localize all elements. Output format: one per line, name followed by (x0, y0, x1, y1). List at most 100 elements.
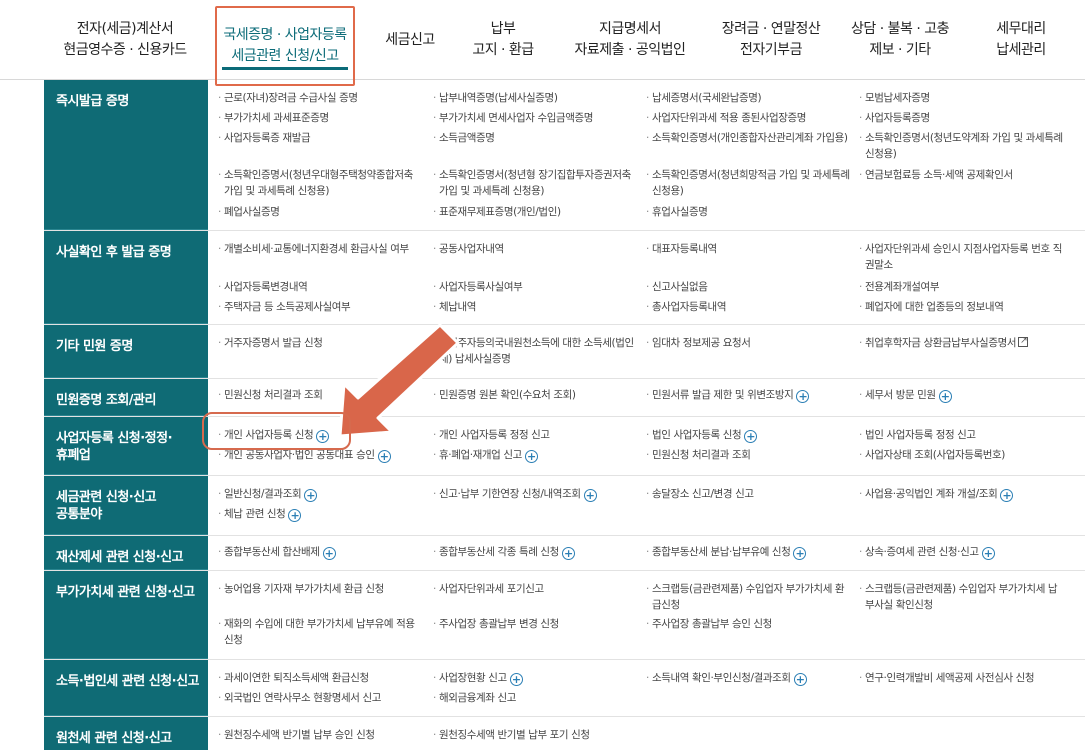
expand-plus-icon[interactable]: + (509, 673, 523, 686)
menu-link[interactable]: · 재화의 수입에 대한 부가가치세 납부유예 적용 신청 (218, 616, 424, 648)
menu-link[interactable]: · 원천징수세액 반기별 납부 승인 신청 (218, 727, 424, 743)
menu-link[interactable]: · 휴업사실증명 (646, 204, 852, 220)
menu-link[interactable]: · 주택자금 등 소득공제사실여부 (218, 299, 424, 315)
menu-link[interactable]: · 민원신청 처리결과 조회 (218, 387, 424, 403)
nav-item-tax-filing[interactable]: 세금신고 (372, 0, 448, 80)
menu-link[interactable]: · 종합부동산세 각종 특례 신청 + (433, 544, 635, 560)
expand-plus-icon[interactable]: + (561, 547, 575, 560)
menu-link[interactable]: · 사업자단위과세 승인시 지점사업자등록 번호 직권말소 (859, 241, 1065, 273)
menu-link[interactable]: · 송달장소 신고/변경 신고 (646, 486, 852, 502)
menu-link[interactable]: · 스크랩등(금관련제품) 수입업자 부가가치세 납부사실 확인신청 (859, 581, 1065, 613)
bullet-icon: · (859, 672, 862, 684)
expand-plus-icon[interactable]: + (796, 390, 810, 403)
menu-link[interactable]: · 소득확인증명서(청년우대형주택청약종합저축 가입 및 과세특례 신청용) (218, 167, 424, 199)
external-link-icon[interactable] (1018, 333, 1029, 349)
menu-link[interactable]: · 일반신청/결과조회 + (218, 486, 424, 502)
menu-link[interactable]: · 모범납세자증명 (859, 90, 1065, 106)
menu-link[interactable]: · 비거주자등의국내원천소득에 대한 소득세(법인세) 납세사실증명 (433, 335, 635, 367)
menu-link[interactable]: · 납세증명서(국세완납증명) (646, 90, 852, 106)
nav-item-e-invoice[interactable]: 전자(세금)계산서 현금영수증 · 신용카드 (50, 0, 200, 80)
expand-plus-icon[interactable]: + (744, 430, 758, 443)
menu-link[interactable]: · 사업자등록사실여부 (433, 279, 635, 295)
menu-link[interactable]: · 민원신청 처리결과 조회 (646, 447, 852, 463)
expand-plus-icon[interactable]: + (793, 547, 807, 560)
nav-item-certificates[interactable]: 국세증명 · 사업자등록 세금관련 신청/신고 (215, 6, 355, 86)
menu-link-label: 법인 사업자등록 정정 신고 (865, 429, 976, 441)
nav-item-incentives[interactable]: 장려금 · 연말정산 전자기부금 (710, 0, 832, 80)
menu-link[interactable]: · 휴·폐업·재개업 신고 + (433, 447, 635, 463)
menu-link[interactable]: · 총사업자등록내역 (646, 299, 852, 315)
menu-link[interactable]: · 표준재무제표증명(개인/법인) (433, 204, 635, 220)
menu-link[interactable]: · 폐업자에 대한 업종등의 정보내역 (859, 299, 1065, 315)
menu-link[interactable]: · 공동사업자내역 (433, 241, 635, 257)
menu-link[interactable]: · 원천징수세액 반기별 납부 포기 신청 (433, 727, 635, 743)
expand-plus-icon[interactable]: + (938, 390, 952, 403)
menu-link[interactable]: · 신고사실없음 (646, 279, 852, 295)
menu-link[interactable]: · 주사업장 총괄납부 승인 신청 (646, 616, 852, 632)
menu-link[interactable]: · 과세이연한 퇴직소득세액 환급신청 (218, 670, 424, 686)
menu-link[interactable]: · 종합부동산세 합산배제 + (218, 544, 424, 560)
nav-item-payment-statement[interactable]: 지급명세서 자료제출 · 공익법인 (560, 0, 700, 80)
menu-link[interactable]: · 사업장현황 신고 + (433, 670, 635, 686)
menu-link[interactable]: · 사업자단위과세 적용 종된사업장증명 (646, 110, 852, 126)
menu-link[interactable]: · 법인 사업자등록 정정 신고 (859, 427, 1065, 443)
expand-plus-icon[interactable]: + (322, 547, 336, 560)
nav-item-tax-agent[interactable]: 세무대리 납세관리 (982, 0, 1060, 80)
menu-link[interactable]: · 부가가치세 면세사업자 수입금액증명 (433, 110, 635, 126)
menu-link[interactable]: · 사업자등록증 재발급 (218, 130, 424, 146)
menu-link[interactable]: · 근로(자녀)장려금 수급사실 증명 (218, 90, 424, 106)
menu-link[interactable]: · 민원증명 원본 확인(수요처 조회) (433, 387, 635, 403)
expand-plus-icon[interactable]: + (288, 509, 302, 522)
menu-link[interactable]: · 소득확인증명서(청년희망적금 가입 및 과세특례 신청용) (646, 167, 852, 199)
menu-link[interactable]: · 상속·증여세 관련 신청·신고 + (859, 544, 1065, 560)
menu-link[interactable]: · 사업용·공익법인 계좌 개설/조회 + (859, 486, 1065, 502)
menu-link[interactable]: · 대표자등록내역 (646, 241, 852, 257)
menu-link[interactable]: · 소득확인증명서(청년형 장기집합투자증권저축 가입 및 과세특례 신청용) (433, 167, 635, 199)
menu-link[interactable]: · 소득내역 확인·부인신청/결과조회 + (646, 670, 852, 686)
menu-link[interactable]: · 연구·인력개발비 세액공제 사전심사 신청 (859, 670, 1065, 686)
menu-link[interactable]: · 주사업장 총괄납부 변경 신청 (433, 616, 635, 632)
expand-plus-icon[interactable]: + (316, 430, 330, 443)
expand-plus-icon[interactable]: + (981, 547, 995, 560)
expand-plus-icon[interactable]: + (583, 489, 597, 502)
menu-link[interactable]: · 사업자등록변경내역 (218, 279, 424, 295)
expand-plus-icon[interactable]: + (304, 489, 318, 502)
menu-link-label: 주사업장 총괄납부 승인 신청 (652, 618, 772, 630)
menu-link[interactable]: · 체납내역 (433, 299, 635, 315)
menu-link[interactable]: · 체납 관련 신청 + (218, 506, 424, 522)
menu-link[interactable]: · 임대차 정보제공 요청서 (646, 335, 852, 351)
menu-link[interactable]: · 부가가치세 과세표준증명 (218, 110, 424, 126)
menu-link[interactable]: · 취업후학자금 상환금납부사실증명서 (859, 333, 1065, 351)
menu-link[interactable]: · 법인 사업자등록 신청 + (646, 427, 852, 443)
menu-link[interactable]: · 소득금액증명 (433, 130, 635, 146)
menu-link[interactable]: · 외국법인 연락사무소 현황명세서 신고 (218, 690, 424, 706)
menu-link[interactable]: · 종합부동산세 분납·납부유예 신청 + (646, 544, 852, 560)
menu-link[interactable]: · 소득확인증명서(개인종합자산관리계좌 가입용) (646, 130, 852, 146)
menu-link[interactable]: · 세무서 방문 민원 + (859, 387, 1065, 403)
menu-link[interactable]: · 농어업용 기자재 부가가치세 환급 신청 (218, 581, 424, 597)
expand-plus-icon[interactable]: + (1000, 489, 1014, 502)
expand-plus-icon[interactable]: + (377, 450, 391, 463)
menu-link[interactable]: · 개인 사업자등록 정정 신고 (433, 427, 635, 443)
menu-link[interactable]: · 연금보험료등 소득·세액 공제확인서 (859, 167, 1065, 183)
menu-link[interactable]: · 납부내역증명(납세사실증명) (433, 90, 635, 106)
menu-link[interactable]: · 사업자등록증명 (859, 110, 1065, 126)
menu-link[interactable]: · 스크랩등(금관련제품) 수입업자 부가가치세 환급신청 (646, 581, 852, 613)
menu-link[interactable]: · 폐업사실증명 (218, 204, 424, 220)
menu-link[interactable]: · 민원서류 발급 제한 및 위변조방지 + (646, 387, 852, 403)
menu-link[interactable]: · 거주자증명서 발급 신청 (218, 335, 424, 351)
nav-item-consulting[interactable]: 상담 · 불복 · 고충 제보 · 기타 (845, 0, 955, 80)
nav-item-payment[interactable]: 납부 고지 · 환급 (458, 0, 548, 80)
menu-link[interactable]: · 사업자단위과세 포기신고 (433, 581, 635, 597)
menu-link[interactable]: · 개인 공동사업자·법인 공동대표 승인 + (218, 447, 424, 463)
menu-link[interactable]: · 소득확인증명서(청년도약계좌 가입 및 과세특례 신청용) (859, 130, 1065, 162)
menu-link[interactable]: · 신고·납부 기한연장 신청/내역조회 + (433, 486, 635, 502)
menu-link[interactable]: · 전용계좌개설여부 (859, 279, 1065, 295)
menu-link[interactable]: · 해외금융계좌 신고 (433, 690, 635, 706)
menu-link[interactable]: · 개별소비세·교통에너지환경세 환급사실 여부 (218, 241, 424, 257)
expand-plus-icon[interactable]: + (524, 450, 538, 463)
menu-link[interactable]: · 사업자상태 조회(사업자등록번호) (859, 447, 1065, 463)
nav-label-line1: 장려금 · 연말정산 (721, 21, 821, 37)
expand-plus-icon[interactable]: + (793, 673, 807, 686)
menu-link[interactable]: · 개인 사업자등록 신청 + (218, 427, 424, 443)
